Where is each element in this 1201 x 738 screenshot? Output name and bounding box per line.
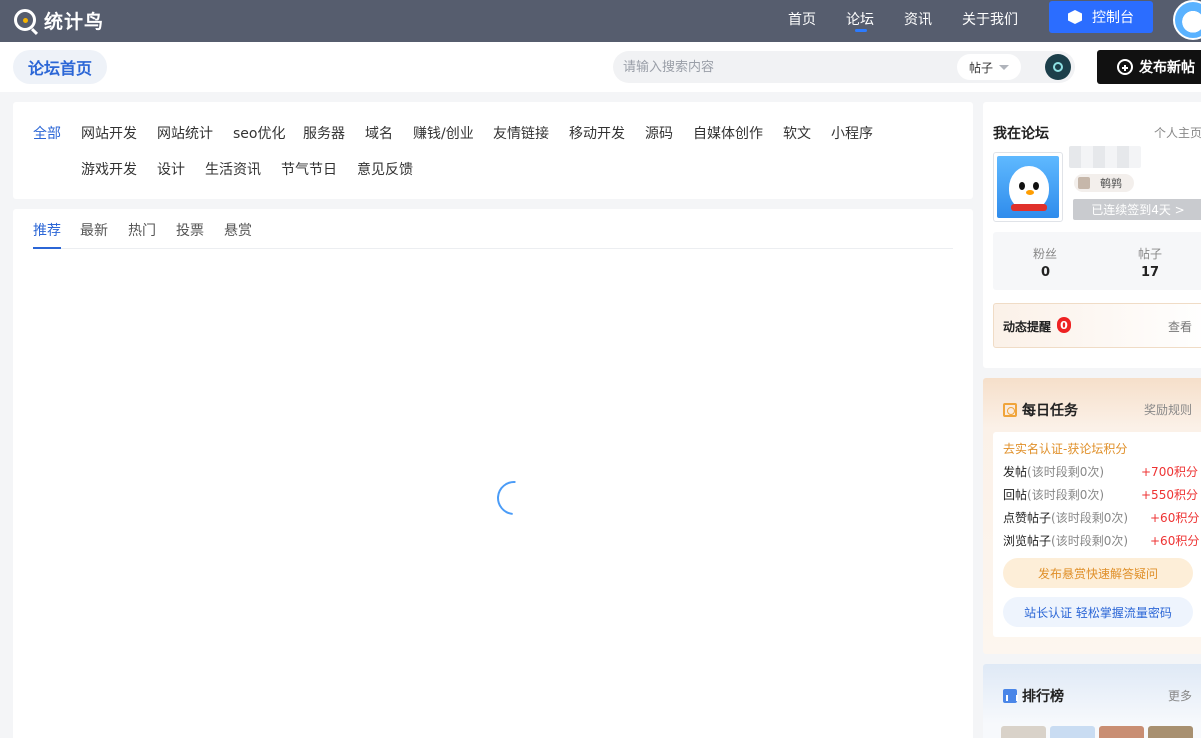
category-item[interactable]: seo优化	[233, 123, 285, 143]
console-label: 控制台	[1092, 10, 1134, 26]
logo[interactable]: 统计鸟	[14, 7, 104, 33]
plus-circle-icon	[1117, 59, 1133, 75]
forum-home-button[interactable]: 论坛首页	[13, 50, 107, 84]
checkin-button[interactable]: 已连续签到4天 >	[1073, 199, 1201, 220]
category-item[interactable]: 友情链接	[493, 123, 549, 143]
category-item[interactable]: 赚钱/创业	[413, 123, 474, 143]
post-bounty-button[interactable]: 发布悬赏快速解答疑问	[1003, 558, 1193, 588]
tab-active-indicator	[33, 247, 61, 249]
reminder-view-link[interactable]: 查看	[1168, 318, 1192, 335]
reminder-count-badge: 0	[1057, 317, 1071, 333]
activity-reminder: 动态提醒 0 查看	[993, 303, 1201, 348]
task-name: 点赞帖子(该时段剩0次)	[1003, 511, 1129, 525]
ranking-header: 排行榜	[1003, 686, 1064, 706]
tab-divider	[33, 248, 953, 249]
webmaster-verify-button[interactable]: 站长认证 轻松掌握流量密码	[1003, 597, 1193, 627]
category-item[interactable]: 服务器	[303, 123, 345, 143]
cube-icon	[1068, 10, 1082, 24]
nav-forum[interactable]: 论坛	[846, 9, 874, 29]
category-item[interactable]: 移动开发	[569, 123, 625, 143]
daily-tasks-title: 每日任务	[1022, 403, 1078, 419]
ranking-thumbnail[interactable]	[1050, 726, 1095, 738]
task-points: +700积分	[1141, 465, 1198, 479]
reward-rules-link[interactable]: 奖励规则	[1144, 401, 1192, 418]
fans-count[interactable]: 0	[1041, 265, 1050, 280]
task-list: 去实名认证-获论坛积分 发帖(该时段剩0次) +700积分 回帖(该时段剩0次)…	[993, 432, 1201, 637]
nav-active-indicator	[855, 29, 867, 32]
console-button[interactable]: 控制台	[1049, 1, 1153, 33]
verify-identity-link[interactable]: 去实名认证-获论坛积分	[1003, 440, 1127, 457]
ranking-card: 排行榜 更多	[983, 664, 1201, 738]
tab-latest[interactable]: 最新	[80, 220, 108, 240]
category-all[interactable]: 全部	[33, 123, 61, 143]
logo-text: 统计鸟	[44, 10, 105, 33]
username-blurred	[1069, 146, 1141, 168]
task-name: 发帖(该时段剩0次)	[1003, 465, 1105, 479]
task-name: 浏览帖子(该时段剩0次)	[1003, 534, 1129, 548]
tab-hot[interactable]: 热门	[128, 220, 156, 240]
category-item[interactable]: 意见反馈	[357, 159, 413, 179]
search-type-label: 帖子	[968, 60, 993, 75]
new-post-label: 发布新帖	[1139, 60, 1195, 76]
category-item[interactable]: 域名	[365, 123, 393, 143]
fans-label: 粉丝	[1033, 247, 1058, 261]
ranking-thumbnail[interactable]	[1148, 726, 1193, 738]
feed-panel: 推荐 最新 热门 投票 悬赏	[13, 209, 973, 738]
ranking-title: 排行榜	[1022, 689, 1064, 705]
category-item[interactable]: 源码	[645, 123, 673, 143]
category-item[interactable]: 网站开发	[81, 123, 137, 143]
forum-toolbar: 论坛首页 帖子 发布新帖	[0, 42, 1201, 92]
nav-home[interactable]: 首页	[788, 9, 816, 29]
category-item[interactable]: 网站统计	[157, 123, 213, 143]
category-item[interactable]: 自媒体创作	[693, 123, 763, 143]
search-input[interactable]	[623, 57, 953, 77]
logo-search-icon	[14, 9, 36, 31]
new-post-button[interactable]: 发布新帖	[1097, 50, 1201, 84]
task-points: +550积分	[1141, 488, 1198, 502]
daily-tasks-header: 每日任务	[1003, 400, 1078, 420]
search-box: 帖子	[613, 51, 1075, 83]
posts-label: 帖子	[1138, 247, 1163, 261]
rank-icon	[1078, 177, 1090, 189]
task-points: +60积分	[1150, 534, 1200, 548]
chevron-down-icon	[999, 64, 1009, 70]
personal-home-link[interactable]: 个人主页	[1154, 124, 1201, 141]
ranking-thumbnail[interactable]	[1099, 726, 1144, 738]
nav-about[interactable]: 关于我们	[962, 9, 1018, 29]
tab-bounty[interactable]: 悬赏	[224, 220, 252, 240]
bar-chart-icon	[1003, 689, 1018, 703]
top-navbar: 统计鸟 首页 论坛 资讯 关于我们 控制台	[0, 0, 1201, 42]
rank-badge: 鹌鹑	[1074, 174, 1134, 192]
calendar-icon	[1003, 403, 1017, 417]
search-type-select[interactable]: 帖子	[957, 54, 1021, 80]
category-item[interactable]: 生活资讯	[205, 159, 261, 179]
category-item[interactable]: 设计	[157, 159, 185, 179]
ranking-thumbnail[interactable]	[1001, 726, 1046, 738]
my-forum-card: 我在论坛 个人主页 鹌鹑 已连续签到4天 > 粉丝 0 帖子 17 动态提醒 0…	[983, 102, 1201, 368]
task-points: +60积分	[1150, 511, 1200, 525]
tab-vote[interactable]: 投票	[176, 220, 204, 240]
user-avatar[interactable]	[1173, 0, 1201, 40]
task-name: 回帖(该时段剩0次)	[1003, 488, 1105, 502]
daily-tasks-card: 每日任务 奖励规则 去实名认证-获论坛积分 发帖(该时段剩0次) +700积分 …	[983, 378, 1201, 654]
category-item[interactable]: 小程序	[831, 123, 873, 143]
search-icon	[1053, 62, 1063, 72]
nav-news[interactable]: 资讯	[904, 9, 932, 29]
search-button[interactable]	[1045, 54, 1071, 80]
category-panel: 全部 网站开发 网站统计 seo优化 服务器 域名 赚钱/创业 友情链接 移动开…	[13, 102, 973, 199]
posts-count[interactable]: 17	[1141, 265, 1159, 280]
tab-recommend[interactable]: 推荐	[33, 220, 61, 240]
my-forum-title: 我在论坛	[993, 126, 1049, 142]
ranking-more-link[interactable]: 更多	[1168, 687, 1192, 704]
reminder-title: 动态提醒	[1003, 320, 1052, 334]
category-item[interactable]: 软文	[783, 123, 811, 143]
loading-spinner-icon	[490, 474, 538, 522]
profile-avatar[interactable]	[993, 152, 1063, 222]
category-item[interactable]: 游戏开发	[81, 159, 137, 179]
user-stats: 粉丝 0 帖子 17	[993, 232, 1201, 290]
rank-label: 鹌鹑	[1100, 177, 1122, 190]
category-item[interactable]: 节气节日	[281, 159, 337, 179]
